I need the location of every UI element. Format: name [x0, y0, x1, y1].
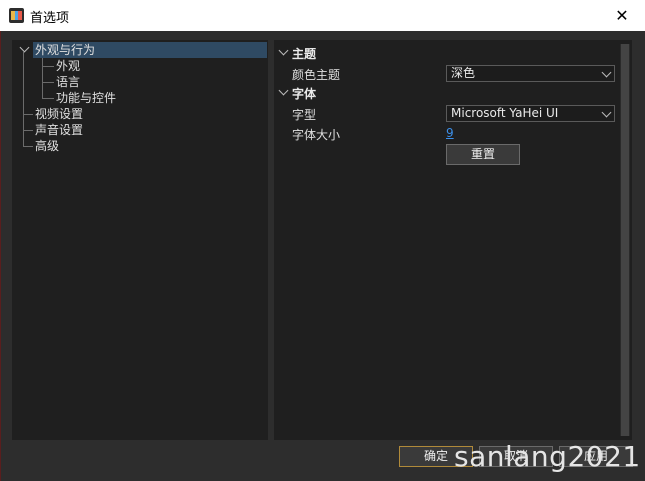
tree-connector [42, 98, 54, 99]
font-face-value: Microsoft YaHei UI [451, 106, 559, 120]
tree-item-video[interactable]: 视频设置 [35, 106, 83, 122]
window-title: 首选项 [30, 11, 70, 26]
reset-button[interactable]: 重置 [446, 144, 520, 165]
settings-panel [274, 40, 632, 440]
tree-item-label: 高级 [35, 139, 60, 153]
category-tree[interactable] [12, 40, 268, 440]
theme-color-value: 深色 [451, 66, 476, 80]
tree-connector [42, 82, 54, 83]
font-face-label: 字型 [292, 108, 317, 122]
tree-item-label: 声音设置 [35, 123, 84, 137]
tree-connector [42, 66, 54, 67]
section-theme-heading: 主题 [292, 47, 317, 61]
scrollbar-thumb[interactable] [621, 44, 629, 436]
tree-item-appearance-behavior[interactable]: 外观与行为 [33, 42, 267, 58]
tree-connector [23, 114, 33, 115]
tree-connector [23, 52, 24, 146]
close-icon: ✕ [615, 6, 629, 25]
font-face-select[interactable]: Microsoft YaHei UI [446, 105, 615, 122]
section-font-heading: 字体 [292, 87, 317, 101]
tree-connector [23, 146, 33, 147]
tree-item-sound[interactable]: 声音设置 [35, 122, 83, 138]
tree-connector [23, 130, 33, 131]
chevron-down-icon [601, 107, 612, 118]
tree-item-language[interactable]: 语言 [56, 74, 80, 90]
theme-color-select[interactable]: 深色 [446, 65, 615, 82]
title-bar: 首选项 ✕ [0, 0, 645, 31]
app-icon [9, 8, 24, 23]
tree-item-label: 外观 [56, 59, 81, 73]
watermark-text: sanlang2021 [454, 440, 641, 473]
tree-item-label: 语言 [56, 75, 81, 89]
font-size-value[interactable]: 9 [446, 126, 454, 140]
tree-item-label: 视频设置 [35, 107, 84, 121]
chevron-down-icon [601, 67, 612, 78]
tree-connector [42, 58, 43, 98]
tree-item-label: 外观与行为 [35, 43, 96, 57]
close-button[interactable]: ✕ [599, 0, 645, 31]
tree-item-features-controls[interactable]: 功能与控件 [56, 90, 116, 106]
tree-item-advanced[interactable]: 高级 [35, 138, 59, 154]
tree-item-appearance[interactable]: 外观 [56, 58, 80, 74]
font-size-label: 字体大小 [292, 128, 341, 142]
tree-item-label: 功能与控件 [56, 91, 117, 105]
theme-color-label: 颜色主题 [292, 68, 341, 82]
